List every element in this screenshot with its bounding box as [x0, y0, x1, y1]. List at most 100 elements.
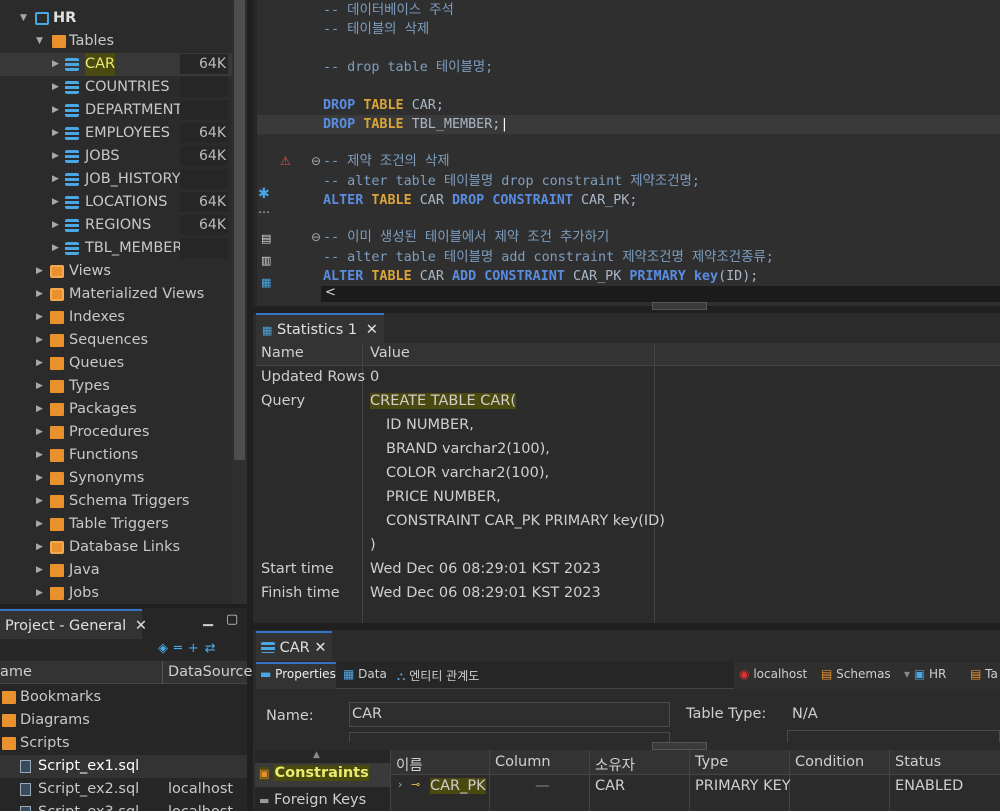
chevron-right-icon[interactable]: ▶ — [36, 283, 43, 306]
tree-node-folder[interactable]: ▶ Queues — [0, 352, 232, 375]
tree-node-table[interactable]: ▶ JOBS 64K — [0, 145, 232, 168]
tree-node-table[interactable]: ▶ LOCATIONS 64K — [0, 191, 232, 214]
constraint-name[interactable]: CAR_PK — [430, 778, 486, 794]
more-icon[interactable]: ⋯ — [258, 205, 270, 219]
chevron-right-icon[interactable]: ▶ — [36, 306, 43, 329]
tree-node-folder[interactable]: ▶ Types — [0, 375, 232, 398]
tree-node-folder[interactable]: ▶ Schema Triggers — [0, 490, 232, 513]
editor-hscrollbar[interactable]: < — [321, 285, 1000, 302]
chevron-right-icon[interactable]: ▶ — [52, 191, 59, 214]
tree-node-folder[interactable]: ▶ Database Links — [0, 536, 232, 559]
chevron-right-icon[interactable]: ▶ — [36, 375, 43, 398]
chevron-right-icon[interactable]: › — [398, 778, 402, 791]
chevron-right-icon[interactable]: ▶ — [36, 467, 43, 490]
tree-node-folder[interactable]: ▶ Table Triggers — [0, 513, 232, 536]
column-header-value[interactable]: Value — [370, 345, 410, 361]
chevron-right-icon[interactable]: ▶ — [36, 260, 43, 283]
project-toolbar-icons[interactable]: ◈═+⇄ — [158, 641, 222, 656]
fold-icon[interactable]: ⊖ — [311, 154, 321, 168]
project-item[interactable]: Script_ex3.sql localhost — [0, 801, 247, 811]
tree-node-table[interactable]: ▶ COUNTRIES — [0, 76, 232, 99]
project-item[interactable]: Script_ex2.sql localhost — [0, 778, 247, 801]
column-header-name[interactable]: ame — [0, 664, 32, 680]
chevron-down-icon[interactable]: ▼ — [36, 30, 43, 53]
fold-icon[interactable]: ⊖ — [311, 230, 321, 244]
column-header-datasource[interactable]: DataSource — [168, 664, 252, 680]
explain-icon[interactable]: ▥ — [261, 254, 271, 267]
subtab-er-diagram[interactable]: ⛬ 엔티티 관계도 — [397, 667, 479, 684]
gear-icon[interactable]: ✱ — [258, 186, 270, 202]
chevron-right-icon[interactable]: ▶ — [36, 329, 43, 352]
minimize-icon[interactable]: ▁ — [203, 612, 213, 627]
chevron-right-icon[interactable]: ▶ — [36, 490, 43, 513]
chevron-right-icon[interactable]: ▶ — [36, 513, 43, 536]
column-header[interactable]: Status — [895, 754, 941, 770]
tree-node-folder[interactable]: ▶ Materialized Views — [0, 283, 232, 306]
tree-node-folder[interactable]: ▶ Procedures — [0, 421, 232, 444]
chevron-right-icon[interactable]: ▶ — [36, 536, 43, 559]
sash-handle[interactable] — [652, 742, 707, 750]
close-icon[interactable]: ✕ — [366, 322, 378, 338]
chevron-right-icon[interactable]: ▶ — [52, 53, 59, 76]
tab-statistics[interactable]: ▦ Statistics 1 ✕ — [256, 313, 384, 343]
chevron-right-icon[interactable]: ▶ — [52, 214, 59, 237]
side-tab-constraints[interactable]: ▣ Constraints — [259, 765, 369, 781]
tree-node-table[interactable]: ▶ JOB_HISTORY — [0, 168, 232, 191]
breadcrumb-localhost[interactable]: ◉ localhost — [739, 667, 807, 681]
tree-node-folder[interactable]: ▶ Packages — [0, 398, 232, 421]
scrollbar-thumb[interactable] — [234, 0, 245, 460]
chevron-down-icon[interactable]: ▼ — [20, 7, 27, 30]
tree-node-table[interactable]: ▶ DEPARTMENTS — [0, 99, 232, 122]
breadcrumb-tables[interactable]: ▤ Ta — [970, 667, 998, 681]
tree-node-folder[interactable]: ▶ Java — [0, 559, 232, 582]
warning-icon[interactable]: ⚠ — [280, 154, 291, 168]
tree-node-folder[interactable]: ▶ Indexes — [0, 306, 232, 329]
subtab-data[interactable]: ▦ Data — [343, 667, 387, 681]
tree-node-folder[interactable]: ▶ Sequences — [0, 329, 232, 352]
close-icon[interactable]: ✕ — [314, 640, 326, 656]
chevron-right-icon[interactable]: ▶ — [36, 559, 43, 582]
breadcrumb-schemas[interactable]: ▤ Schemas — [821, 667, 891, 681]
chevron-right-icon[interactable]: ▶ — [36, 398, 43, 421]
column-header[interactable]: Type — [695, 754, 728, 770]
tree-node-hr[interactable]: ▼ HR — [0, 7, 232, 30]
column-header[interactable]: Condition — [795, 754, 864, 770]
collapse-icon[interactable]: ▲ — [313, 750, 320, 760]
close-icon[interactable]: ✕ — [135, 618, 147, 634]
execute-script-icon[interactable]: ▤ — [261, 232, 271, 245]
chevron-right-icon[interactable]: ▶ — [36, 444, 43, 467]
side-tab-foreign-keys[interactable]: ▬ Foreign Keys — [259, 792, 366, 808]
column-header-name[interactable]: Name — [261, 345, 304, 361]
subtab-properties[interactable]: ▬ Properties — [260, 667, 336, 681]
tab-project-general[interactable]: Project - General ✕ — [0, 609, 147, 639]
project-item[interactable]: Script_ex1.sql — [0, 755, 247, 778]
tree-node-tables[interactable]: ▼ Tables — [0, 30, 232, 53]
project-item[interactable]: Scripts — [0, 732, 247, 755]
tree-node-folder[interactable]: ▶ Synonyms — [0, 467, 232, 490]
tree-node-table[interactable]: ▶ CAR 64K — [0, 53, 232, 76]
maximize-icon[interactable]: ▢ — [226, 612, 238, 627]
chevron-right-icon[interactable]: ▶ — [36, 352, 43, 375]
chevron-right-icon[interactable]: ▶ — [52, 122, 59, 145]
project-item[interactable]: Diagrams — [0, 709, 247, 732]
tree-node-folder[interactable]: ▶ Views — [0, 260, 232, 283]
chevron-right-icon[interactable]: ▶ — [52, 99, 59, 122]
sash-handle[interactable] — [652, 302, 707, 310]
tree-node-table[interactable]: ▶ EMPLOYEES 64K — [0, 122, 232, 145]
chevron-right-icon[interactable]: ▶ — [36, 582, 43, 604]
scroll-left-icon[interactable]: < — [325, 285, 336, 300]
column-header[interactable]: 소유자 — [595, 754, 635, 775]
breadcrumb-hr[interactable]: ▾ ▣ HR — [904, 667, 946, 681]
tree-node-folder[interactable]: ▶ Functions — [0, 444, 232, 467]
tree-node-table[interactable]: ▶ TBL_MEMBER — [0, 237, 232, 260]
chevron-right-icon[interactable]: ▶ — [52, 168, 59, 191]
project-item[interactable]: Bookmarks — [0, 686, 247, 709]
table-name-field[interactable]: CAR — [349, 702, 670, 727]
column-header[interactable]: Column — [495, 754, 551, 770]
tree-node-table[interactable]: ▶ REGIONS 64K — [0, 214, 232, 237]
column-header[interactable]: 이름 — [396, 754, 423, 775]
tree-node-folder[interactable]: ▶ Jobs — [0, 582, 232, 604]
export-icon[interactable]: ▦ — [261, 276, 271, 289]
chevron-right-icon[interactable]: ▶ — [52, 237, 59, 260]
chevron-right-icon[interactable]: ▶ — [36, 421, 43, 444]
